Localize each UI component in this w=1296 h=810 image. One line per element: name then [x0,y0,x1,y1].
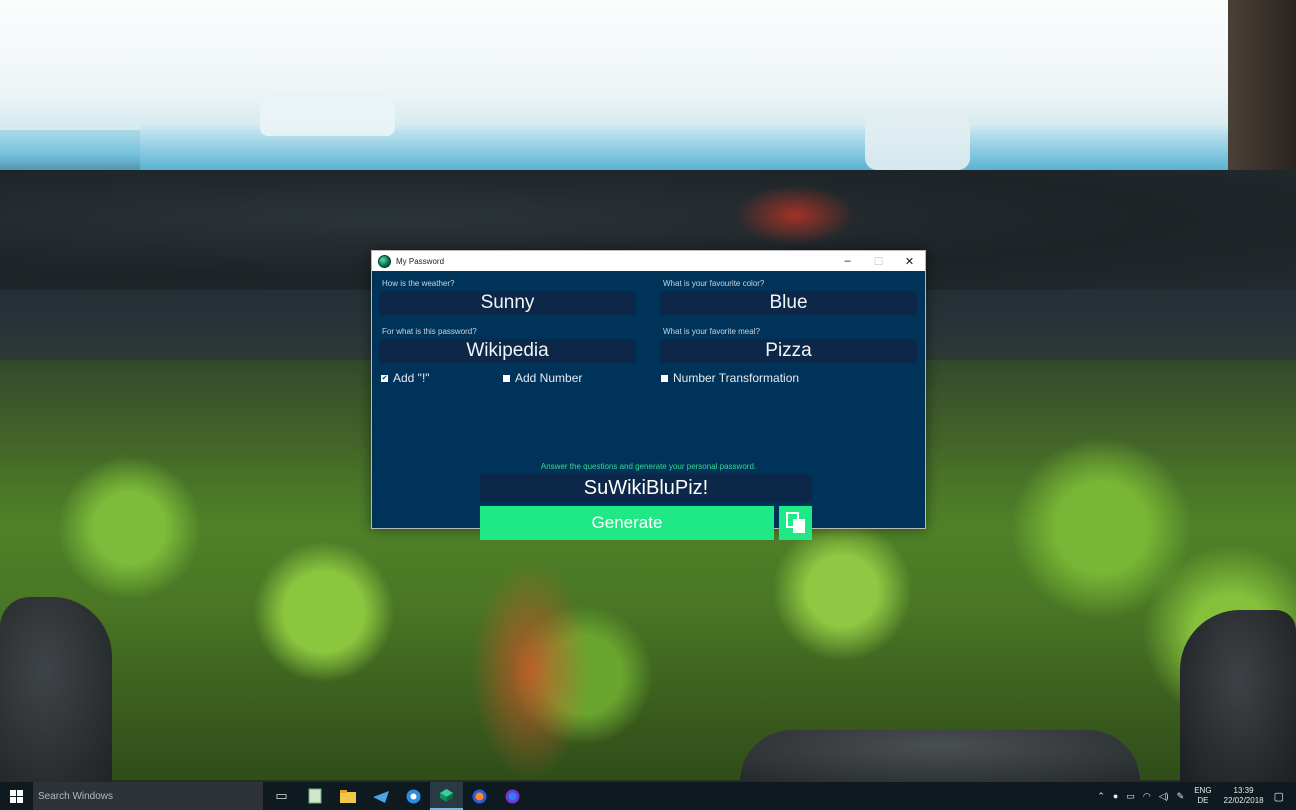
number-transformation-checkbox[interactable]: Number Transformation [661,371,799,385]
windows-logo-icon [10,789,23,803]
wallpaper-rock [0,597,112,782]
wallpaper-glow [735,185,855,245]
firefox-icon [472,789,487,803]
pen-icon[interactable]: ✎ [1177,791,1185,802]
task-view-button[interactable]: ▭ [265,782,298,810]
meal-label: What is your favorite meal? [663,327,760,336]
wallpaper-boat [865,114,970,170]
taskbar: Search Windows ▭ ⌃ ● ▭ ◠ ◁) ✎ ENG DE 13:… [0,782,1296,810]
my-password-taskbar-button[interactable] [430,782,463,810]
clock-time: 13:39 [1233,786,1254,795]
app-icon [378,254,391,268]
notification-icon[interactable]: ▢ [1274,790,1284,803]
wallpaper-sky [0,0,1296,130]
my-password-app-icon [440,788,453,802]
maximize-button[interactable]: ☐ [863,251,894,271]
wallpaper-rock [740,730,1140,782]
notepad-button[interactable] [298,782,331,810]
window-controls: – ☐ ✕ [832,251,925,271]
purpose-label: For what is this password? [382,327,477,336]
generated-password[interactable]: SuWikiBluPiz! [480,474,812,502]
checkbox-label: Add "!" [393,371,430,385]
weather-input[interactable]: Sunny [379,291,636,315]
copy-button[interactable] [779,506,812,540]
search-box[interactable]: Search Windows [33,782,263,810]
wifi-icon[interactable]: ◠ [1143,791,1151,802]
firefox-nightly-icon [505,789,520,803]
add-number-checkbox[interactable]: Add Number [503,371,582,385]
color-input[interactable]: Blue [660,291,917,315]
volume-icon[interactable]: ◁) [1159,791,1169,802]
clock[interactable]: 13:39 22/02/2018 [1224,786,1264,806]
wallpaper-glow [470,560,590,780]
minimize-button[interactable]: – [832,251,863,271]
wallpaper-rock [1180,610,1296,782]
checkbox-checked-icon: ✔ [381,374,388,382]
add-exclamation-checkbox[interactable]: ✔ Add "!" [381,371,430,385]
firefox-nightly-button[interactable] [496,782,529,810]
window-content: How is the weather? Sunny What is your f… [372,271,925,540]
color-label: What is your favourite color? [663,279,765,288]
weather-label: How is the weather? [382,279,455,288]
wallpaper-boat [260,92,395,136]
checkbox-unchecked-icon [503,374,510,382]
window-title: My Password [396,256,445,266]
browser-button[interactable] [397,782,430,810]
notepad-icon [308,788,321,804]
chevron-up-icon[interactable]: ⌃ [1097,791,1105,802]
mail-icon [372,791,389,803]
purpose-input[interactable]: Wikipedia [379,339,636,363]
my-password-window: My Password – ☐ ✕ How is the weather? Su… [371,250,926,540]
language-top: ENG [1194,786,1212,795]
checkbox-unchecked-icon [661,374,668,382]
file-explorer-icon [339,789,356,803]
close-button[interactable]: ✕ [894,251,925,271]
instruction-text: Answer the questions and generate your p… [540,462,757,471]
language-bottom: DE [1197,796,1209,805]
checkbox-label: Number Transformation [673,371,800,385]
mail-button[interactable] [364,782,397,810]
generate-button[interactable]: Generate [480,506,774,540]
file-explorer-button[interactable] [331,782,364,810]
task-view-icon: ▭ [275,788,288,803]
checkbox-label: Add Number [515,371,583,385]
copy-icon [785,512,805,533]
start-button[interactable] [0,782,33,810]
language-indicator[interactable]: ENG DE [1194,786,1211,806]
network-icon[interactable]: ● [1113,791,1118,801]
browser-icon [406,789,421,803]
clock-date: 22/02/2018 [1223,796,1264,805]
title-bar[interactable]: My Password – ☐ ✕ [372,251,925,271]
battery-icon[interactable]: ▭ [1126,791,1135,802]
meal-input[interactable]: Pizza [660,339,917,363]
firefox-button[interactable] [463,782,496,810]
system-tray: ⌃ ● ▭ ◠ ◁) ✎ ENG DE 13:39 22/02/2018 ▢ [1093,782,1296,810]
